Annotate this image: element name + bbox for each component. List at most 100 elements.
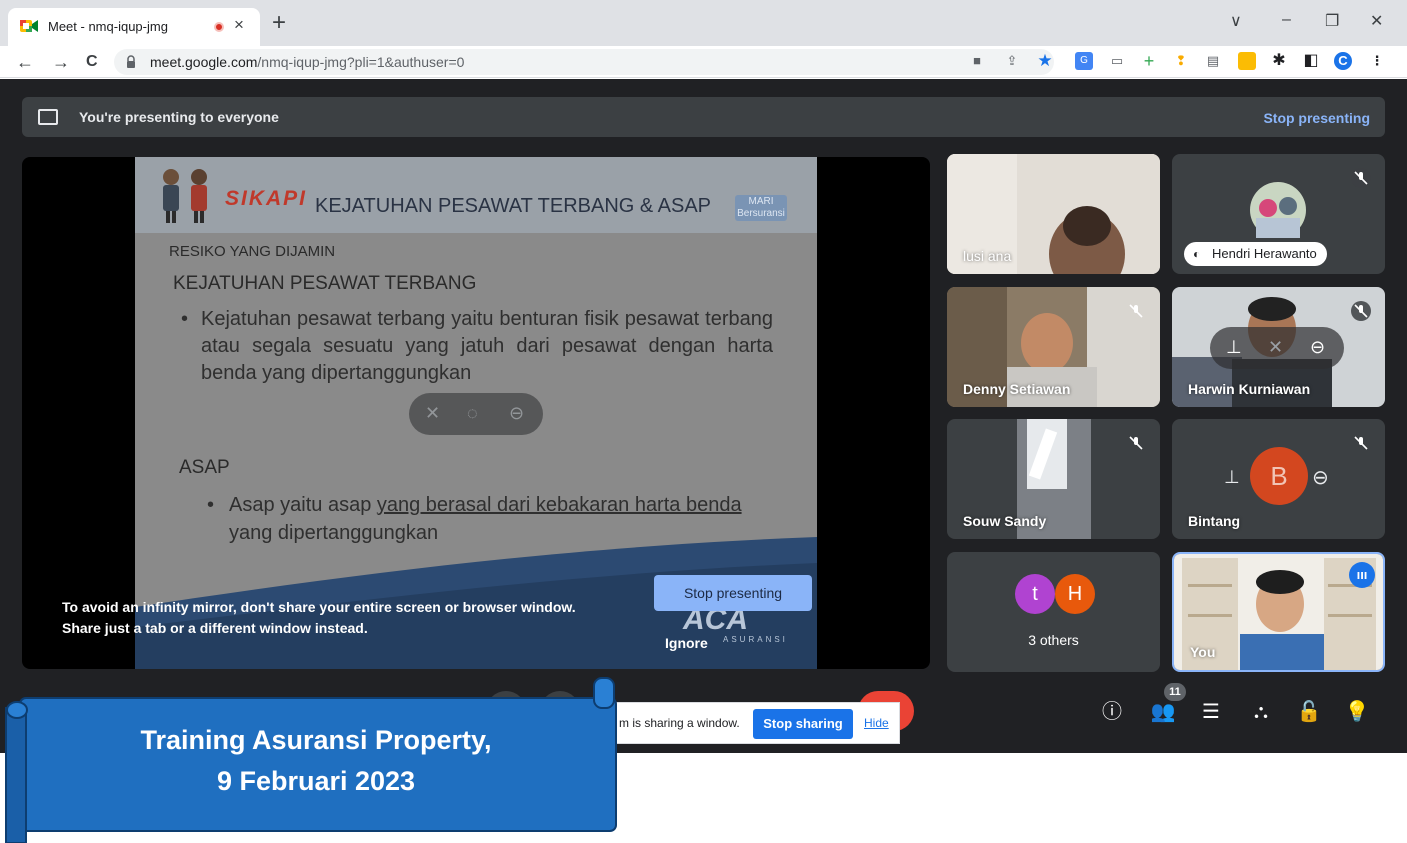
mari-logo: MARI Bersuransi [735, 195, 787, 221]
browser-tab-strip: Meet - nmq-iqup-jmg × + ∨ – ❐ ✕ [0, 0, 1407, 46]
bulb-icon[interactable]: 💡 [1342, 697, 1372, 727]
banner-line-2: 9 Februari 2023 [216, 766, 416, 796]
lock-icon [127, 55, 135, 68]
forward-button[interactable]: → [52, 50, 70, 74]
pin-icon[interactable]: ⊥ [1224, 467, 1240, 488]
avatar-hendri [1250, 182, 1306, 238]
tab-title: Meet - nmq-iqup-jmg [48, 19, 168, 34]
slide-subtitle: RESIKO YANG DIJAMIN [169, 243, 336, 260]
tab-search-icon[interactable]: ∨ [1230, 11, 1242, 31]
muted-mic-icon [1351, 168, 1371, 188]
banner-line-1: Training Asuransi Property, [140, 725, 492, 755]
participant-tile-self[interactable]: ııı You [1172, 552, 1385, 672]
sikapi-logo: SIKAPI [225, 187, 308, 210]
side-panel-icon[interactable]: ◧ [1302, 52, 1320, 70]
window-extension-icon[interactable]: ▤ [1204, 52, 1222, 70]
stop-presenting-button[interactable]: Stop presenting [654, 575, 812, 611]
back-button[interactable]: ← [16, 50, 34, 74]
presenting-indicator-icon: ◐ [1193, 247, 1201, 261]
stop-sharing-button[interactable]: Stop sharing [753, 709, 853, 739]
translate-extension-icon[interactable]: G [1075, 52, 1093, 70]
restore-button[interactable]: ❐ [1325, 11, 1339, 31]
extensions-puzzle-icon[interactable]: ✱ [1270, 52, 1288, 70]
remove-icon[interactable]: ⊖ [1310, 337, 1325, 358]
slide-title: KEJATUHAN PESAWAT TERBANG & ASAP [315, 195, 712, 217]
notes-extension-icon[interactable] [1238, 52, 1256, 70]
cast-extension-icon[interactable]: ▭ [1108, 52, 1126, 70]
tab-close-icon[interactable]: × [234, 15, 244, 35]
participant-name: Souw Sandy [963, 513, 1047, 529]
minimize-button[interactable]: – [1282, 11, 1291, 29]
profile-avatar[interactable]: C [1334, 52, 1352, 70]
participant-name: You [1190, 644, 1216, 660]
participant-tile-hendri-herawanto[interactable]: ◐ Hendri Herawanto [1172, 154, 1385, 274]
banner-caption: Training Asuransi Property, 9 Februari 2… [26, 720, 606, 802]
infinity-mirror-warning: To avoid an infinity mirror, don't share… [62, 597, 576, 639]
presenter-hover-controls: ✕ ◌ ⊖ [409, 393, 543, 435]
tile-hover-controls: ⊥ ✕ ⊖ [1210, 327, 1344, 369]
hide-link[interactable]: Hide [864, 716, 889, 730]
browser-tab[interactable]: Meet - nmq-iqup-jmg × [8, 8, 260, 46]
reload-button[interactable]: C [86, 50, 98, 74]
mascot-figures-icon [163, 169, 207, 223]
participant-tile-bintang[interactable]: B ⊥ ⊖ Bintang [1172, 419, 1385, 539]
bullet-aircraft: Kejatuhan pesawat terbang yaitu benturan… [181, 306, 773, 387]
ignore-button[interactable]: Ignore [665, 635, 708, 651]
avatar-h: H [1055, 574, 1095, 614]
avatar-bintang: B [1250, 447, 1308, 505]
others-label: 3 others [1028, 632, 1079, 648]
plus-extension-icon[interactable]: + [1140, 52, 1158, 70]
participant-name: Bintang [1188, 513, 1241, 529]
section-heading-aircraft: KEJATUHAN PESAWAT TERBANG [173, 273, 477, 294]
warning-line-2: Share just a tab or a different window i… [62, 620, 368, 636]
mute-icon[interactable]: ✕ [1268, 337, 1283, 358]
presenting-banner: You're presenting to everyone Stop prese… [22, 97, 1385, 137]
participant-name: Hendri Herawanto [1212, 246, 1317, 261]
people-icon[interactable]: 👥 [1148, 697, 1178, 727]
recording-indicator-icon [214, 22, 224, 32]
avatar-t: t [1015, 574, 1055, 614]
present-screen-icon [38, 109, 58, 125]
pin-icon[interactable]: ⊥ [1226, 337, 1242, 358]
bookmark-star-icon[interactable]: ★ [1036, 52, 1054, 70]
participant-tile-lusi-ana[interactable]: lusi ana [947, 154, 1160, 274]
participant-name: lusi ana [963, 248, 1012, 264]
meet-window: You're presenting to everyone Stop prese… [0, 79, 1407, 753]
url-host: meet.google.com [150, 54, 258, 70]
url-text: meet.google.com/nmq-iqup-jmg?pli=1&authu… [150, 54, 464, 70]
muted-mic-icon [1351, 301, 1371, 321]
pin-icon[interactable]: ✕ [425, 403, 440, 424]
new-tab-button[interactable]: + [272, 8, 286, 38]
sharing-text: m is sharing a window. [619, 716, 740, 730]
participant-tile-others[interactable]: t H 3 others [947, 552, 1160, 672]
aca-logo-sub: ASURANSI [723, 635, 788, 644]
presenter-name-chip: ◐ Hendri Herawanto [1184, 242, 1327, 266]
meeting-info-icon[interactable]: ⓘ [1097, 697, 1127, 727]
remove-icon[interactable]: ⊖ [1312, 465, 1329, 490]
participant-tile-denny-setiawan[interactable]: Denny Setiawan [947, 287, 1160, 407]
meet-favicon-icon [20, 20, 38, 32]
section-heading-smoke: ASAP [179, 457, 230, 478]
host-controls-icon[interactable]: 🔓 [1294, 697, 1324, 727]
stop-presenting-link[interactable]: Stop presenting [1263, 110, 1370, 126]
activities-icon[interactable]: ⛬ [1246, 697, 1276, 727]
participant-name: Denny Setiawan [963, 381, 1071, 397]
remove-icon[interactable]: ⊖ [509, 403, 524, 424]
presentation-stage: SIKAPI KEJATUHAN PESAWAT TERBANG & ASAP … [22, 157, 930, 669]
close-window-button[interactable]: ✕ [1370, 11, 1383, 31]
url-path: /nmq-iqup-jmg?pli=1&authuser=0 [257, 54, 465, 70]
share-icon[interactable]: ⇪ [1003, 52, 1021, 70]
participant-tile-souw-sandy[interactable]: Souw Sandy [947, 419, 1160, 539]
camera-icon[interactable]: ■ [968, 52, 986, 70]
muted-mic-icon [1354, 436, 1368, 450]
participant-tile-harwin-kurniawan[interactable]: ⊥ ✕ ⊖ Harwin Kurniawan [1172, 287, 1385, 407]
bullet-smoke-part-a: Asap yaitu asap [229, 494, 377, 516]
window-sharing-notice: m is sharing a window. Stop sharing Hide [608, 702, 900, 744]
chat-icon[interactable]: ☰ [1196, 697, 1226, 727]
presenting-text: You're presenting to everyone [79, 109, 279, 125]
browser-menu-icon[interactable]: ⋮ [1368, 52, 1386, 70]
bulb-extension-icon[interactable]: ❢ [1172, 52, 1190, 70]
mute-icon[interactable]: ◌ [467, 403, 478, 424]
browser-toolbar: ← → C meet.google.com/nmq-iqup-jmg?pli=1… [0, 46, 1407, 78]
address-bar[interactable]: meet.google.com/nmq-iqup-jmg?pli=1&authu… [114, 49, 1054, 75]
